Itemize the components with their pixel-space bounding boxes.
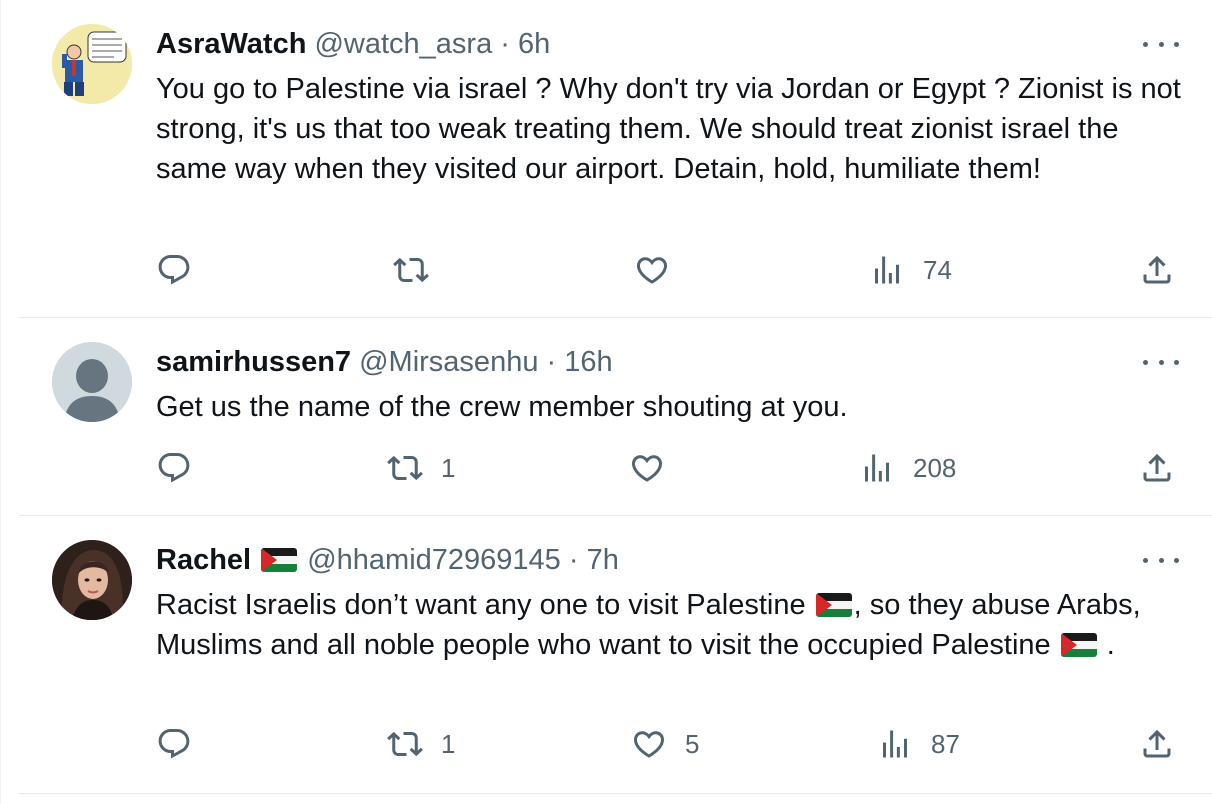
views-count: 74 (923, 254, 952, 285)
more-icon[interactable] (1143, 352, 1179, 372)
reply-button[interactable] (156, 450, 210, 486)
separator: · (546, 346, 557, 378)
tweet-1[interactable]: AsraWatch @watch_asra · 6h You go to Pal… (19, 0, 1212, 318)
retweet-button[interactable] (393, 252, 447, 288)
timestamp[interactable]: 6h (518, 28, 550, 60)
like-icon (631, 455, 663, 482)
timestamp[interactable]: 7h (587, 544, 619, 576)
reply-button[interactable] (156, 726, 210, 762)
views-icon (883, 730, 907, 758)
like-button[interactable] (634, 252, 688, 288)
display-name[interactable]: AsraWatch (156, 28, 306, 60)
share-button[interactable] (1139, 450, 1175, 486)
views-count: 87 (931, 728, 960, 759)
like-button[interactable] (629, 450, 683, 486)
separator: · (568, 544, 579, 576)
like-icon (636, 257, 668, 284)
tweet-2[interactable]: samirhussen7 @Mirsasenhu · 16h Get us th… (19, 318, 1212, 516)
retweet-count: 1 (441, 728, 456, 759)
views-icon (875, 256, 899, 284)
more-icon[interactable] (1143, 550, 1179, 570)
avatar[interactable] (52, 24, 132, 104)
views-button[interactable]: 74 (869, 252, 952, 288)
views-count: 208 (913, 452, 957, 483)
like-count: 5 (685, 728, 700, 759)
tweet-header: AsraWatch @watch_asra · 6h (156, 26, 1173, 62)
reply-icon (158, 453, 190, 483)
tweet-text: You go to Palestine via israel ? Why don… (156, 73, 1181, 185)
like-icon (633, 731, 665, 758)
action-bar: 1 5 87 (19, 726, 1212, 766)
palestine-flag-icon (261, 548, 298, 572)
tweet-header: Rachel @hhamid72969145 · 7h (156, 542, 1173, 578)
action-bar: 1 208 (19, 450, 1212, 490)
retweet-icon (393, 257, 429, 283)
replies-feed: AsraWatch @watch_asra · 6h You go to Pal… (0, 0, 1212, 804)
retweet-button[interactable]: 1 (387, 450, 455, 486)
share-button[interactable] (1139, 726, 1175, 762)
share-icon (1143, 255, 1171, 284)
reply-button[interactable] (156, 252, 210, 288)
tweet-3[interactable]: Rachel @hhamid72969145 · 7h Racist Israe… (19, 516, 1212, 794)
tweet-text: Racist Israelis don’t want any one to vi… (156, 585, 1186, 665)
more-icon[interactable] (1143, 34, 1179, 54)
share-icon (1143, 729, 1171, 758)
user-handle[interactable]: @hhamid72969145 (307, 544, 561, 576)
tweet-text-part: . (1098, 629, 1115, 661)
action-bar: 74 (19, 252, 1212, 292)
views-button[interactable]: 208 (859, 450, 956, 486)
share-icon (1143, 453, 1171, 482)
retweet-icon (387, 731, 423, 757)
palestine-flag-icon (815, 593, 852, 617)
views-button[interactable]: 87 (877, 726, 960, 762)
tweet-text: Get us the name of the crew member shout… (156, 391, 848, 423)
avatar[interactable] (52, 540, 132, 620)
reply-icon (158, 729, 190, 759)
retweet-button[interactable]: 1 (387, 726, 455, 762)
default-avatar-icon (52, 342, 132, 422)
retweet-icon (387, 455, 423, 481)
separator: · (500, 28, 510, 60)
display-name[interactable]: samirhussen7 (156, 346, 351, 378)
display-name[interactable]: Rachel (156, 544, 251, 576)
reply-icon (158, 255, 190, 285)
timestamp[interactable]: 16h (564, 346, 612, 378)
comic-avatar-icon (52, 24, 132, 104)
retweet-count: 1 (441, 452, 456, 483)
share-button[interactable] (1139, 252, 1175, 288)
photo-avatar-icon (52, 540, 132, 620)
palestine-flag-icon (1060, 633, 1097, 657)
user-handle[interactable]: @Mirsasenhu (359, 346, 538, 378)
tweet-header: samirhussen7 @Mirsasenhu · 16h (156, 344, 1173, 380)
user-handle[interactable]: @watch_asra (314, 28, 492, 60)
tweet-text-part: Racist Israelis don’t want any one to vi… (156, 589, 806, 621)
views-icon (865, 454, 889, 482)
avatar[interactable] (52, 342, 132, 422)
like-button[interactable]: 5 (631, 726, 699, 762)
